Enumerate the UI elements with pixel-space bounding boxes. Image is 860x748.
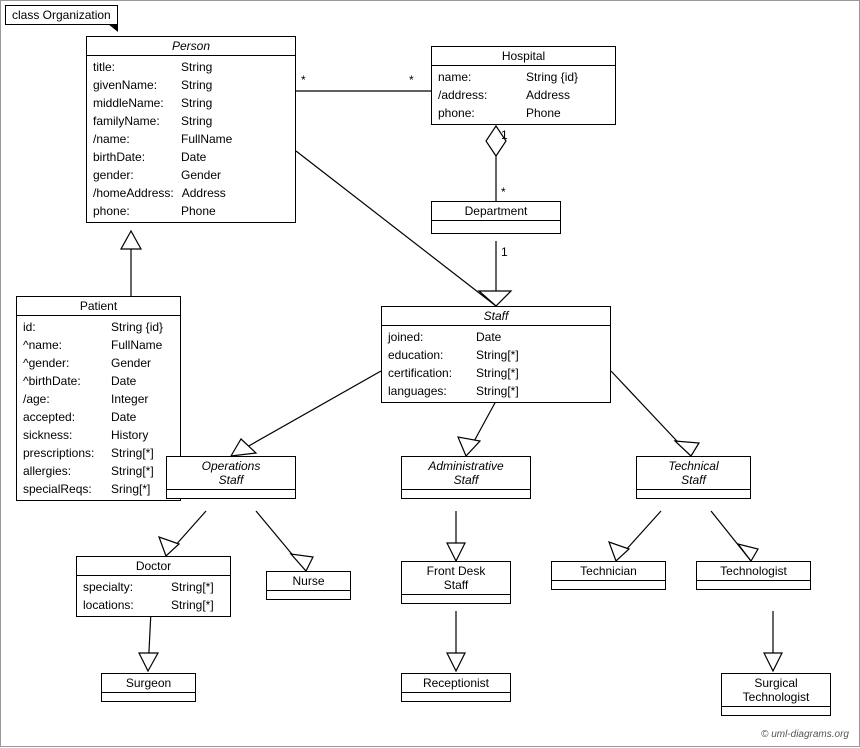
class-hospital-body: name:String {id} /address:Address phone:… [432,66,615,124]
class-staff-header: Staff [382,307,610,326]
class-front-desk-header: Front DeskStaff [402,562,510,595]
svg-text:1: 1 [501,245,508,259]
class-doctor-header: Doctor [77,557,230,576]
class-staff: Staff joined:Date education:String[*] ce… [381,306,611,403]
diagram-title: class Organization [5,5,118,25]
svg-text:*: * [409,73,414,87]
class-staff-body: joined:Date education:String[*] certific… [382,326,610,402]
class-person-body: title:String givenName:String middleName… [87,56,295,222]
class-patient-header: Patient [17,297,180,316]
class-front-desk: Front DeskStaff [401,561,511,604]
class-ops-header: OperationsStaff [167,457,295,490]
class-technical-staff: TechnicalStaff [636,456,751,499]
class-person-header: Person [87,37,295,56]
class-operations-staff: OperationsStaff [166,456,296,499]
svg-text:*: * [501,185,506,199]
class-technologist-header: Technologist [697,562,810,581]
class-admin-staff: AdministrativeStaff [401,456,531,499]
class-hospital: Hospital name:String {id} /address:Addre… [431,46,616,125]
class-surgeon-header: Surgeon [102,674,195,693]
diagram-container: class Organization * * 1 * 1 * * * [0,0,860,747]
class-surgical-technologist: SurgicalTechnologist [721,673,831,716]
class-technician-header: Technician [552,562,665,581]
class-tech-header: TechnicalStaff [637,457,750,490]
class-department-header: Department [432,202,560,221]
class-technician: Technician [551,561,666,590]
class-nurse: Nurse [266,571,351,600]
class-department-body [432,221,560,233]
class-nurse-header: Nurse [267,572,350,591]
class-patient-body: id:String {id} ^name:FullName ^gender:Ge… [17,316,180,500]
class-admin-header: AdministrativeStaff [402,457,530,490]
class-surgeon: Surgeon [101,673,196,702]
copyright-text: © uml-diagrams.org [761,729,849,740]
class-hospital-header: Hospital [432,47,615,66]
class-doctor: Doctor specialty:String[*] locations:Str… [76,556,231,617]
class-doctor-body: specialty:String[*] locations:String[*] [77,576,230,616]
class-receptionist: Receptionist [401,673,511,702]
class-receptionist-header: Receptionist [402,674,510,693]
svg-text:1: 1 [501,128,508,142]
class-technologist: Technologist [696,561,811,590]
class-surgical-tech-header: SurgicalTechnologist [722,674,830,707]
class-patient: Patient id:String {id} ^name:FullName ^g… [16,296,181,501]
svg-text:*: * [301,73,306,87]
class-person: Person title:String givenName:String mid… [86,36,296,223]
class-department: Department [431,201,561,234]
svg-text:*: * [501,288,506,302]
